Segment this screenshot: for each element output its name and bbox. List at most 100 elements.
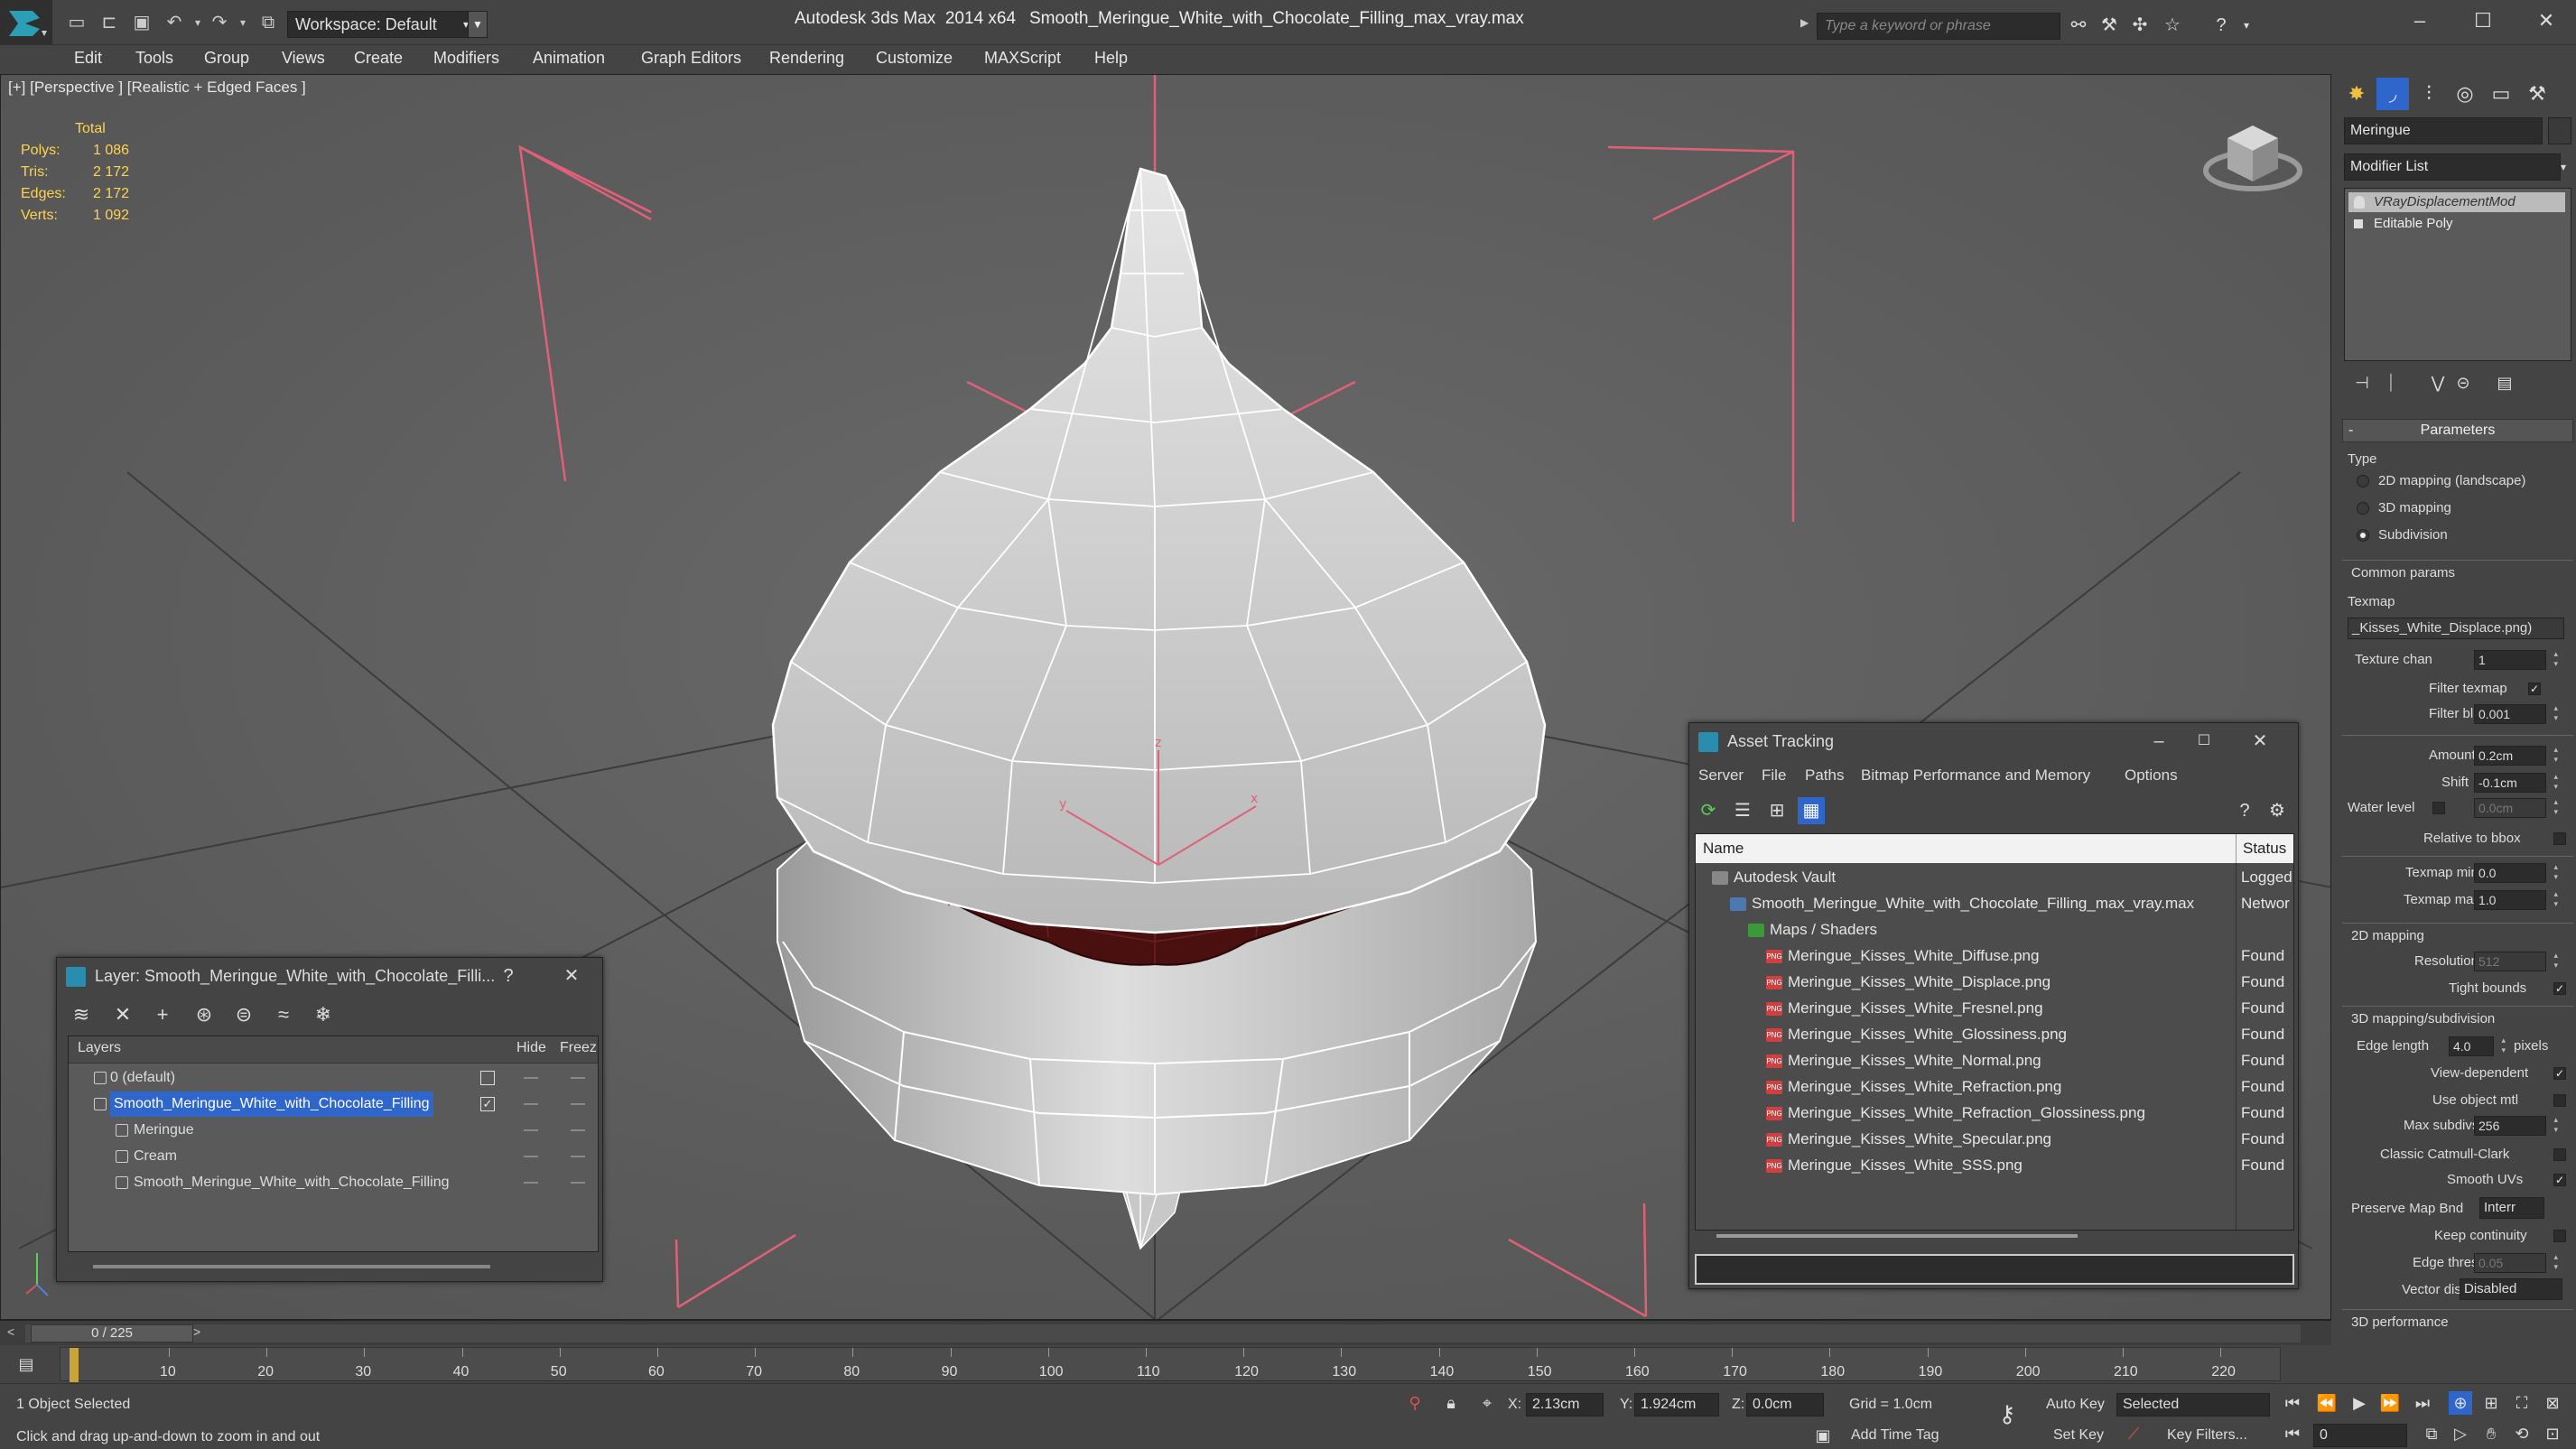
asset-menu-options[interactable]: Options: [2125, 766, 2178, 785]
lightbulb-icon[interactable]: [2354, 196, 2365, 209]
layer-row[interactable]: Cream: [69, 1144, 598, 1169]
search-input[interactable]: Type a keyword or phrase: [1817, 13, 2060, 40]
freeze-toggle[interactable]: [571, 1077, 585, 1079]
hide-all-layers-icon[interactable]: ≈: [268, 999, 299, 1030]
modify-tab-icon[interactable]: ◞: [2376, 78, 2409, 110]
orbit-icon[interactable]: ⟲: [2510, 1422, 2534, 1445]
z-coordinate-field[interactable]: 0.0cm: [1746, 1393, 1824, 1416]
absolute-mode-icon[interactable]: ⌖: [1475, 1391, 1499, 1415]
workspace-dropdown[interactable]: Workspace: Default ▾: [287, 11, 477, 38]
max-subdivs-spinner[interactable]: 256: [2474, 1115, 2558, 1136]
radio-2d-mapping[interactable]: [2357, 475, 2369, 488]
asset-help-icon[interactable]: ?: [2231, 797, 2258, 824]
freeze-toggle[interactable]: [571, 1156, 585, 1157]
keep-continuity-checkbox[interactable]: [2553, 1230, 2566, 1242]
smooth-uvs-checkbox[interactable]: ✓: [2553, 1174, 2566, 1186]
catmull-clark-checkbox[interactable]: [2553, 1148, 2566, 1161]
hide-column-header[interactable]: Hide: [516, 1040, 546, 1056]
time-slider[interactable]: < 0 / 225 >: [0, 1320, 2331, 1345]
delete-layer-icon[interactable]: ✕: [107, 999, 138, 1030]
use-object-mtl-checkbox[interactable]: [2553, 1094, 2566, 1107]
asset-dialog-minimize-button[interactable]: –: [2141, 723, 2177, 759]
minimize-button[interactable]: –: [2402, 5, 2438, 36]
water-level-spinner[interactable]: 0.0cm: [2474, 797, 2558, 818]
viewport-label[interactable]: [+] [Perspective ] [Realistic + Edged Fa…: [8, 79, 306, 97]
hide-toggle[interactable]: [524, 1182, 538, 1184]
name-column-header[interactable]: Name: [1703, 840, 1744, 858]
menu-views[interactable]: Views: [282, 49, 325, 68]
time-slider-thumb[interactable]: 0 / 225: [31, 1324, 193, 1342]
menu-graph-editors[interactable]: Graph Editors: [641, 49, 741, 68]
modifier-list-dropdown[interactable]: Modifier List: [2344, 153, 2561, 181]
amount-spinner[interactable]: 0.2cm: [2474, 745, 2558, 766]
asset-row[interactable]: Maps / Shaders: [1696, 917, 2293, 943]
edge-thresh-spinner[interactable]: 0.05: [2474, 1252, 2558, 1273]
project-folder-icon[interactable]: ⧉: [256, 11, 280, 34]
x-coordinate-field[interactable]: 2.13cm: [1526, 1393, 1604, 1416]
hide-toggle[interactable]: [524, 1129, 538, 1131]
water-level-checkbox[interactable]: [2432, 802, 2445, 814]
radio-subdivision[interactable]: [2357, 529, 2369, 542]
stack-item-vray-displacement[interactable]: VRayDisplacementMod: [2348, 192, 2565, 212]
hide-toggle[interactable]: [524, 1103, 538, 1105]
object-name-field[interactable]: Meringue: [2344, 117, 2543, 144]
utilities-tab-icon[interactable]: ⚒: [2521, 78, 2553, 110]
remove-modifier-icon[interactable]: ⊝: [2450, 370, 2476, 395]
asset-row[interactable]: PNG Meringue_Kisses_White_Normal.png Found: [1696, 1048, 2293, 1074]
menu-edit[interactable]: Edit: [74, 49, 102, 68]
radio-3d-mapping[interactable]: [2357, 502, 2369, 515]
make-unique-icon[interactable]: ⋁: [2425, 370, 2450, 395]
shift-spinner[interactable]: -0.1cm: [2474, 772, 2558, 793]
close-button[interactable]: ✕: [2528, 5, 2564, 36]
menu-help[interactable]: Help: [1094, 49, 1128, 68]
new-file-icon[interactable]: ▭: [65, 11, 88, 34]
asset-row[interactable]: PNG Meringue_Kisses_White_Diffuse.png Foun…: [1696, 943, 2293, 970]
communication-center-icon[interactable]: ✣: [2127, 13, 2153, 38]
expand-box-icon[interactable]: [2354, 219, 2363, 228]
isolate-selection-icon[interactable]: ⚲: [1403, 1391, 1427, 1415]
parameters-rollout-header[interactable]: - Parameters: [2342, 419, 2573, 442]
go-to-end-icon[interactable]: ⏭: [2411, 1391, 2434, 1415]
next-frame-icon[interactable]: ⏩: [2378, 1391, 2402, 1415]
display-tab-icon[interactable]: ▭: [2485, 78, 2517, 110]
asset-row[interactable]: Smooth_Meringue_White_with_Chocolate_Fil…: [1696, 891, 2293, 917]
workspace-menu-button[interactable]: ▼: [468, 11, 488, 38]
layer-row[interactable]: 0 (default): [69, 1065, 598, 1091]
track-bar-ruler[interactable]: 10 20 30 40 50 60 70 80 90 100 110 120 130 140 150 160 1…: [60, 1347, 2281, 1382]
mini-curve-editor-icon[interactable]: ▤: [14, 1352, 38, 1376]
layer-dialog-help-button[interactable]: ?: [490, 958, 526, 994]
asset-row[interactable]: Autodesk Vault Logged: [1696, 865, 2293, 891]
set-key-button[interactable]: Set Key: [2053, 1427, 2104, 1444]
freeze-all-layers-icon[interactable]: ❄: [308, 999, 339, 1030]
y-coordinate-field[interactable]: 1.924cm: [1634, 1393, 1719, 1416]
layer-row[interactable]: Meringue: [69, 1118, 598, 1143]
menu-customize[interactable]: Customize: [876, 49, 953, 68]
set-key-filter-icon[interactable]: ⟋: [2122, 1422, 2145, 1445]
chevron-down-icon[interactable]: ▾: [2561, 153, 2573, 181]
tree-view-icon[interactable]: ⊞: [1763, 797, 1790, 824]
menu-rendering[interactable]: Rendering: [769, 49, 844, 68]
zoom-icon[interactable]: ⊕: [2449, 1391, 2472, 1415]
go-to-start-icon[interactable]: ⏮: [2281, 1391, 2304, 1415]
asset-list-scrollbar[interactable]: [1716, 1234, 2078, 1238]
texmap-button[interactable]: _Kisses_White_Displace.png): [2348, 618, 2564, 639]
asset-dialog-close-button[interactable]: ✕: [2242, 723, 2278, 759]
hide-toggle[interactable]: [524, 1077, 538, 1079]
frame-cursor[interactable]: [70, 1348, 79, 1382]
current-layer-checkbox[interactable]: [480, 1071, 495, 1085]
freeze-toggle[interactable]: [571, 1182, 585, 1184]
undo-icon[interactable]: ↶: [163, 11, 186, 34]
binoculars-icon[interactable]: ⚯: [2066, 13, 2091, 38]
freeze-toggle[interactable]: [571, 1103, 585, 1105]
layer-row[interactable]: Smooth_Meringue_White_with_Chocolate_Fil…: [69, 1091, 598, 1117]
asset-menu-paths[interactable]: Paths: [1805, 766, 1844, 785]
hierarchy-tab-icon[interactable]: ⫶: [2413, 78, 2445, 110]
help-dropdown-icon[interactable]: ▾: [2234, 13, 2259, 38]
highlight-selected-icon[interactable]: ⊜: [228, 999, 259, 1030]
zoom-all-icon[interactable]: ⊞: [2479, 1391, 2503, 1415]
layer-list-scrollbar[interactable]: [93, 1265, 490, 1268]
menu-create[interactable]: Create: [354, 49, 403, 68]
time-configuration-icon[interactable]: ⧉: [2420, 1422, 2443, 1445]
menu-modifiers[interactable]: Modifiers: [433, 49, 499, 68]
previous-frame-icon[interactable]: ⏪: [2315, 1391, 2339, 1415]
